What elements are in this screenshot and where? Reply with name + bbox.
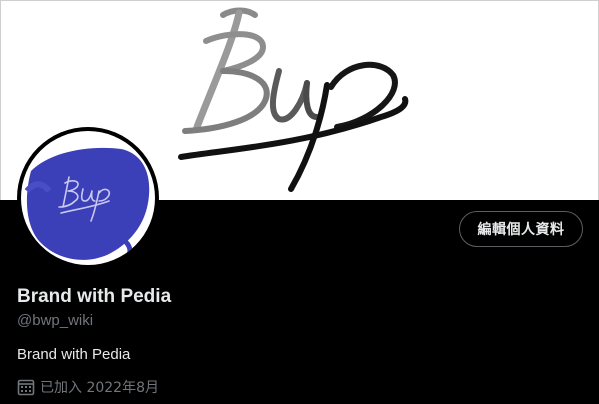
profile-joined-date: 已加入 2022年8月 [17, 377, 159, 397]
calendar-icon [17, 378, 35, 396]
profile-handle: @bwp_wiki [17, 312, 94, 329]
profile-display-name: Brand with Pedia [17, 286, 172, 307]
profile-avatar[interactable] [17, 127, 159, 269]
avatar-logo-image [24, 147, 150, 264]
profile-page: 編輯個人資料 Brand with Pedia @bwp_wiki Brand … [0, 0, 599, 404]
edit-profile-button[interactable]: 編輯個人資料 [459, 211, 583, 247]
avatar-image [21, 131, 155, 265]
profile-bio: Brand with Pedia [17, 346, 131, 363]
joined-date-label: 已加入 2022年8月 [40, 380, 159, 396]
